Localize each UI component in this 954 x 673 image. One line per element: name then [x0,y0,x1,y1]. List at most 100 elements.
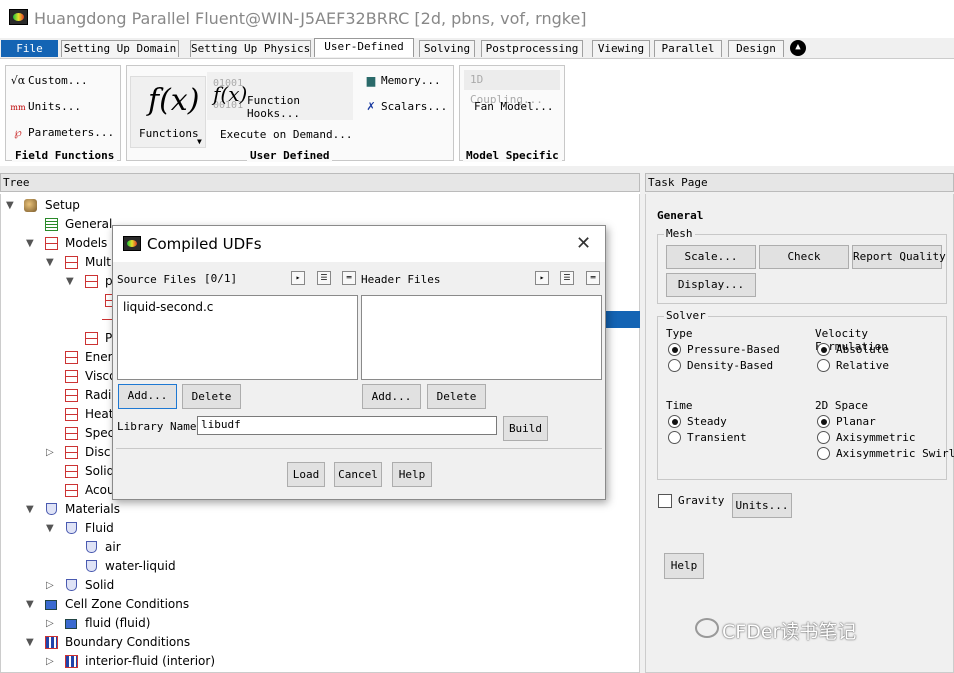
solver-legend: Solver [664,309,708,322]
expand-arrow-icon[interactable]: ▼ [26,500,34,519]
load-button[interactable]: Load [287,462,325,487]
function-hooks-label: Function Hooks... [247,94,300,120]
type-label: Type [666,327,693,340]
report-quality-button[interactable]: Report Quality [852,245,946,269]
add-source-button[interactable]: Add... [118,384,177,409]
expand-arrow-icon[interactable]: ▼ [6,196,14,215]
fluent-window: Huangdong Parallel Fluent@WIN-J5AEF32BRR… [0,0,954,673]
collapse-ribbon-button[interactable]: ▲ [790,40,806,56]
close-icon[interactable]: ✕ [576,233,591,254]
tab-design[interactable]: Design [728,40,784,57]
water-liquid-icon [86,560,97,572]
radio-unselected-icon [817,447,830,460]
source-files-list[interactable]: liquid-second.c [117,295,358,380]
radiation-icon [65,389,78,402]
help-button[interactable]: Help [664,553,704,579]
model-specific-label: Model Specific [463,149,562,162]
tab-setting-up-physics[interactable]: Setting Up Physics [190,40,311,57]
expand-arrow-icon[interactable]: ▼ [66,272,74,291]
tab-file[interactable]: File [1,40,58,57]
select-all-icon[interactable]: ☰ [560,271,574,285]
multiphase-icon [65,256,78,269]
density-based-radio[interactable]: Density-Based [668,359,773,373]
expand-arrow-icon[interactable]: ▼ [46,253,54,272]
task-page-header: Task Page [645,173,954,192]
build-button[interactable]: Build [503,416,548,441]
list-item[interactable]: liquid-second.c [123,300,213,314]
scale-button[interactable]: Scale... [666,245,756,269]
expand-arrow-icon[interactable]: ▼ [26,633,34,652]
pressure-based-radio[interactable]: Pressure-Based [668,343,780,357]
title-bar: Huangdong Parallel Fluent@WIN-J5AEF32BRR… [0,0,954,38]
fan-model-button[interactable]: Fan Model... [474,100,553,114]
function-hooks-button[interactable]: 01001 00101 f(x) Function Hooks... [207,72,353,120]
selected-tree-row[interactable] [600,311,640,328]
tab-parallel[interactable]: Parallel [654,40,722,57]
fluent-logo-icon [9,9,28,25]
tab-solving[interactable]: Solving [419,40,475,57]
gravity-label: Gravity [678,494,725,507]
sort-icon[interactable]: ▸ [291,271,305,285]
parameters-button[interactable]: ℘ Parameters... [10,126,114,140]
add-header-button[interactable]: Add... [362,384,421,409]
models-icon [45,237,58,250]
field-functions-label: Field Functions [12,149,118,162]
axisymmetric-swirl-radio[interactable]: Axisymmetric Swirl [817,447,954,461]
expand-arrow-icon[interactable]: ▼ [26,595,34,614]
memory-button[interactable]: ▆ Memory... [363,74,441,88]
collapse-arrow-icon[interactable]: ▷ [46,576,54,595]
planar-radio[interactable]: Planar [817,415,876,429]
steady-radio[interactable]: Steady [668,415,727,429]
group-model-specific: 1D Coupling... Fan Model... Model Specif… [459,65,565,162]
relative-radio[interactable]: Relative [817,359,889,373]
cancel-button[interactable]: Cancel [334,462,382,487]
collapse-arrow-icon[interactable]: ▷ [46,614,54,633]
functions-button[interactable]: f(x) Functions ▼ [130,76,206,148]
general-icon [45,218,58,231]
radio-unselected-icon [668,359,681,372]
window-title: Huangdong Parallel Fluent@WIN-J5AEF32BRR… [34,9,587,28]
expand-arrow-icon[interactable]: ▼ [46,519,54,538]
help-button[interactable]: Help [392,462,432,487]
dropdown-arrow-icon: ▼ [197,137,202,146]
check-button[interactable]: Check [759,245,849,269]
fluent-logo-icon [123,236,141,251]
display-button[interactable]: Display... [666,273,756,297]
absolute-radio[interactable]: Absolute [817,343,889,357]
delete-header-button[interactable]: Delete [427,384,486,409]
header-files-label: Header Files [361,273,441,286]
execute-on-demand-button[interactable]: Execute on Demand... [220,128,352,142]
tab-setting-up-domain[interactable]: Setting Up Domain [61,40,179,57]
deselect-all-icon[interactable]: ═ [586,271,600,285]
radio-selected-icon [817,343,830,356]
radio-selected-icon [668,415,681,428]
scalars-button[interactable]: ✗ Scalars... [363,100,447,114]
units-button[interactable]: mm Units... [10,100,81,115]
discrete-phase-icon [65,446,78,459]
radio-unselected-icon [817,431,830,444]
sort-icon[interactable]: ▸ [535,271,549,285]
deselect-all-icon[interactable]: ═ [342,271,356,285]
mesh-group: Mesh Scale... Check Report Quality Displ… [657,227,947,304]
1d-coupling-button[interactable]: 1D Coupling... [464,70,560,106]
custom-button[interactable]: √α Custom... [10,74,88,88]
gravity-checkbox[interactable] [658,494,672,508]
header-files-list[interactable] [361,295,602,380]
transient-radio[interactable]: Transient [668,431,747,445]
tab-viewing[interactable]: Viewing [592,40,650,57]
tab-user-defined[interactable]: User-Defined [314,38,414,57]
delete-source-button[interactable]: Delete [182,384,241,409]
units-button[interactable]: Units... [732,493,792,518]
tab-postprocessing[interactable]: Postprocessing [481,40,583,57]
boundary-conditions-icon [45,636,58,649]
source-files-count: [0/1] [204,272,238,285]
select-all-icon[interactable]: ☰ [317,271,331,285]
solver-group: Solver Type Pressure-Based Density-Based… [657,309,954,480]
collapse-arrow-icon[interactable]: ▷ [46,443,54,462]
axisymmetric-radio[interactable]: Axisymmetric [817,431,915,445]
interaction-icon [85,332,98,345]
library-name-input[interactable]: libudf [197,416,497,435]
divider [116,448,602,449]
expand-arrow-icon[interactable]: ▼ [26,234,34,253]
collapse-arrow-icon[interactable]: ▷ [46,652,54,671]
